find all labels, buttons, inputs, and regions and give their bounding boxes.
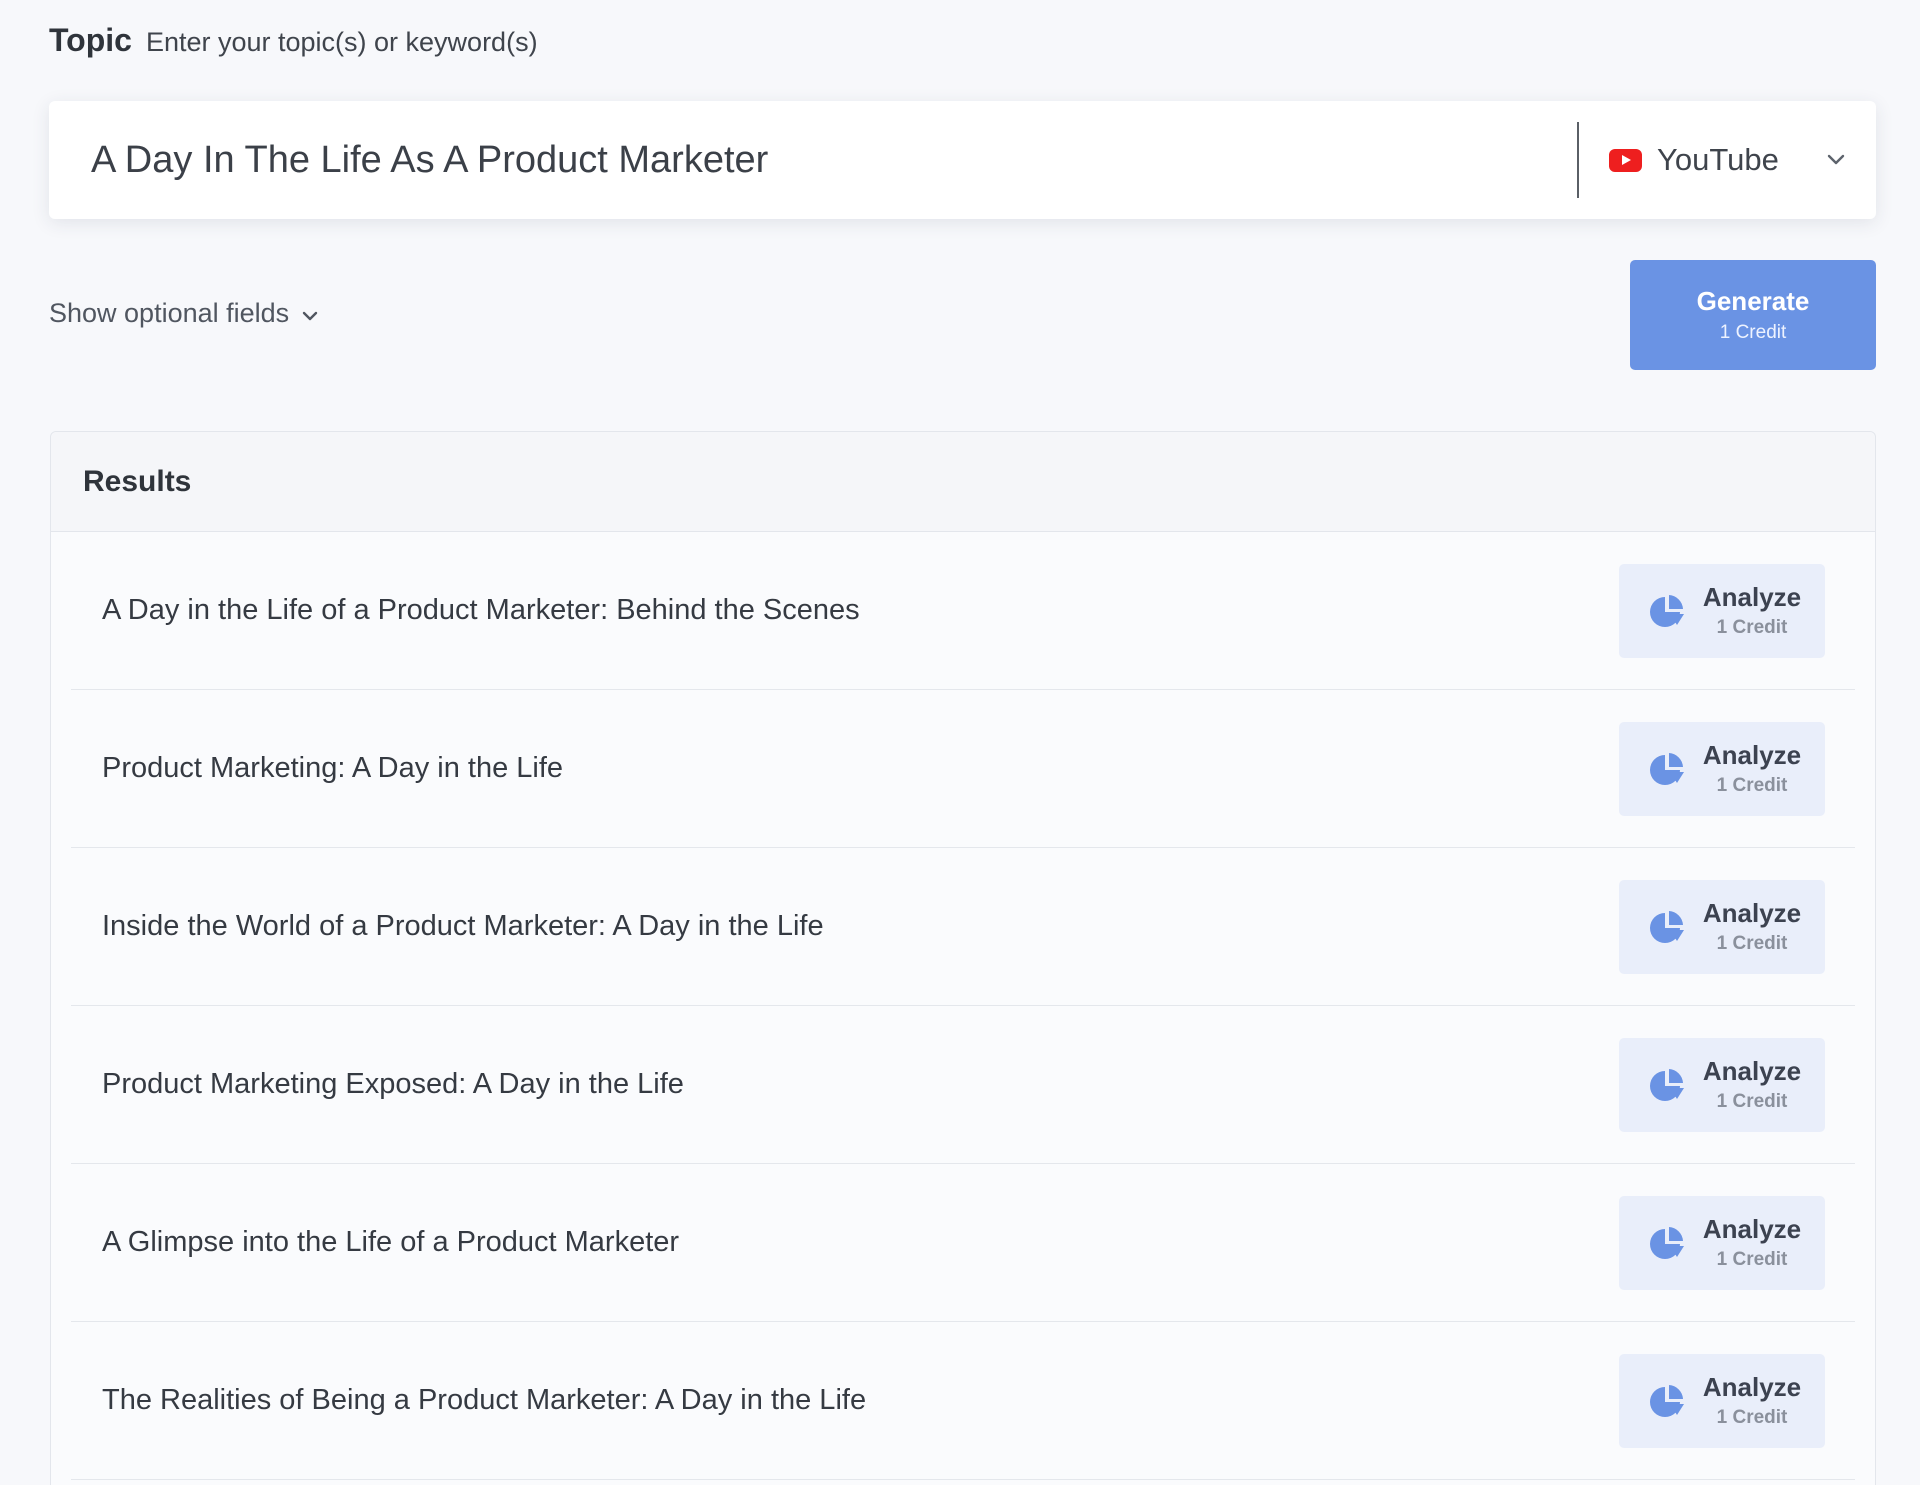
analyze-credit: 1 Credit	[1716, 1249, 1788, 1270]
analyze-button[interactable]: Analyze 1 Credit	[1619, 1037, 1825, 1132]
analyze-credit: 1 Credit	[1716, 933, 1788, 954]
analyze-button[interactable]: Analyze 1 Credit	[1619, 1353, 1825, 1448]
topic-hint: Enter your topic(s) or keyword(s)	[145, 27, 538, 57]
analyze-label: Analyze	[1702, 740, 1802, 770]
results-title: Results	[83, 464, 192, 498]
analyze-label: Analyze	[1702, 1372, 1802, 1402]
analyze-credit: 1 Credit	[1716, 775, 1788, 796]
pie-chart-icon	[1650, 910, 1684, 943]
results-header: Results	[51, 432, 1875, 532]
page: Topic Enter your topic(s) or keyword(s) …	[0, 0, 1920, 1485]
analyze-button[interactable]: Analyze 1 Credit	[1619, 721, 1825, 816]
result-row: Product Marketing: A Day in the Life Ana…	[71, 690, 1855, 848]
result-row: Inside the World of a Product Marketer: …	[71, 848, 1855, 1006]
result-title: A Glimpse into the Life of a Product Mar…	[102, 1226, 680, 1258]
pie-chart-icon	[1650, 1384, 1684, 1417]
topic-label: Topic	[49, 22, 132, 58]
analyze-credit: 1 Credit	[1716, 1407, 1788, 1428]
analyze-label: Analyze	[1702, 1056, 1802, 1086]
pie-chart-icon	[1650, 752, 1684, 785]
generate-button[interactable]: Generate 1 Credit	[1630, 260, 1876, 370]
analyze-credit: 1 Credit	[1716, 617, 1788, 638]
pie-chart-icon	[1650, 1226, 1684, 1259]
result-title: A Day in the Life of a Product Marketer:…	[102, 594, 860, 626]
chevron-down-icon	[301, 298, 319, 329]
analyze-text: Analyze 1 Credit	[1702, 1214, 1802, 1271]
topic-input-card: YouTube	[49, 101, 1876, 219]
pie-chart-icon	[1650, 1068, 1684, 1101]
result-row: The Realities of Being a Product Markete…	[71, 1322, 1855, 1480]
analyze-text: Analyze 1 Credit	[1702, 582, 1802, 639]
analyze-button[interactable]: Analyze 1 Credit	[1619, 563, 1825, 658]
topic-input[interactable]	[49, 101, 1577, 219]
analyze-text: Analyze 1 Credit	[1702, 1056, 1802, 1113]
platform-label: YouTube	[1657, 142, 1779, 177]
analyze-credit: 1 Credit	[1716, 1091, 1788, 1112]
result-title: Product Marketing Exposed: A Day in the …	[102, 1068, 684, 1100]
generate-credit: 1 Credit	[1719, 322, 1787, 343]
result-title: The Realities of Being a Product Markete…	[102, 1384, 867, 1416]
analyze-text: Analyze 1 Credit	[1702, 740, 1802, 797]
chevron-down-icon	[1826, 152, 1846, 171]
analyze-button[interactable]: Analyze 1 Credit	[1619, 1195, 1825, 1290]
optional-fields-label: Show optional fields	[49, 298, 290, 328]
result-row: A Glimpse into the Life of a Product Mar…	[71, 1164, 1855, 1322]
result-list: A Day in the Life of a Product Marketer:…	[51, 532, 1875, 1480]
youtube-icon	[1609, 148, 1642, 172]
analyze-text: Analyze 1 Credit	[1702, 898, 1802, 955]
show-optional-fields-toggle[interactable]: Show optional fields	[49, 298, 319, 329]
topic-header: Topic Enter your topic(s) or keyword(s)	[49, 22, 538, 59]
analyze-button[interactable]: Analyze 1 Credit	[1619, 879, 1825, 974]
result-row: A Day in the Life of a Product Marketer:…	[71, 532, 1855, 690]
analyze-text: Analyze 1 Credit	[1702, 1372, 1802, 1429]
pie-chart-icon	[1650, 594, 1684, 627]
analyze-label: Analyze	[1702, 1214, 1802, 1244]
results-panel: Results A Day in the Life of a Product M…	[50, 431, 1876, 1485]
result-row: Product Marketing Exposed: A Day in the …	[71, 1006, 1855, 1164]
generate-label: Generate	[1696, 286, 1810, 316]
result-title: Inside the World of a Product Marketer: …	[102, 910, 824, 942]
analyze-label: Analyze	[1702, 898, 1802, 928]
analyze-label: Analyze	[1702, 582, 1802, 612]
result-title: Product Marketing: A Day in the Life	[102, 752, 564, 784]
platform-select[interactable]: YouTube	[1579, 101, 1876, 219]
